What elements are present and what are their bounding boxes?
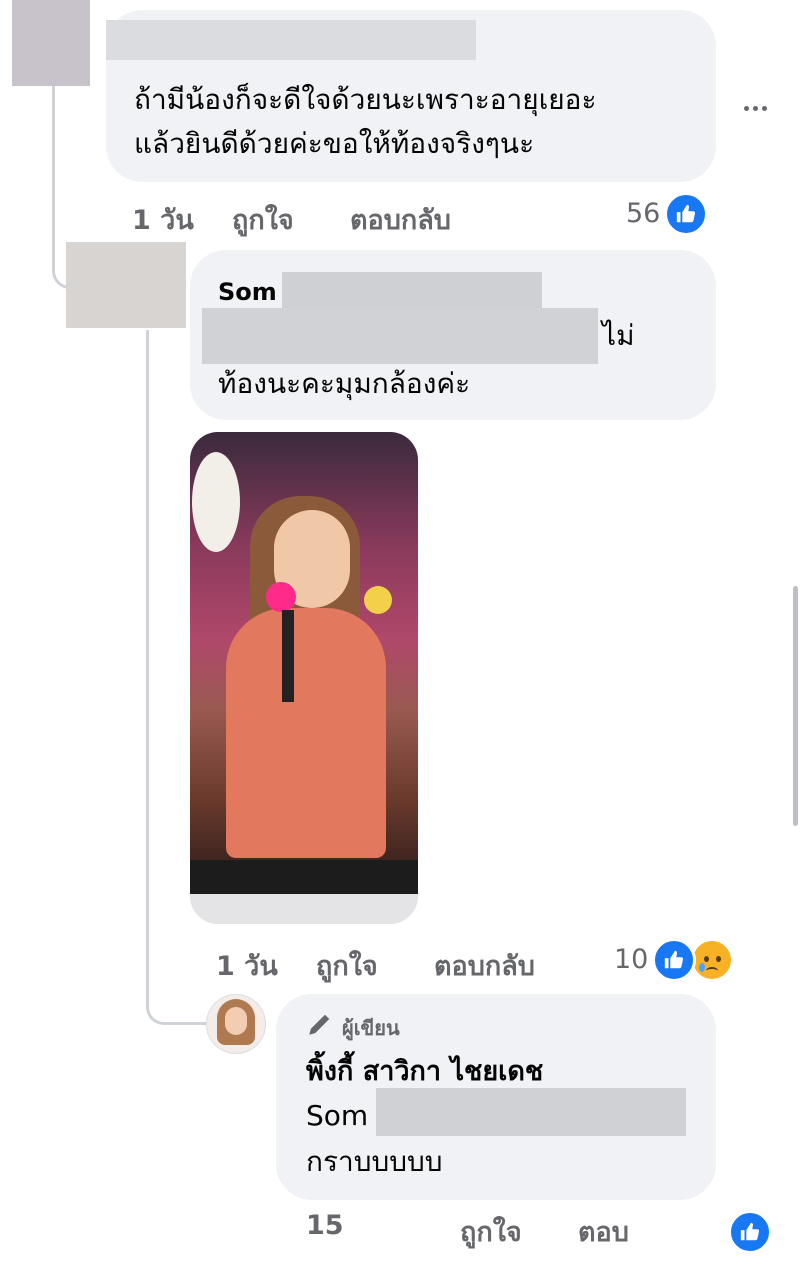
phone-nav-bar bbox=[190, 894, 418, 924]
more-options-icon[interactable] bbox=[742, 96, 769, 115]
like-button[interactable]: ถูกใจ bbox=[316, 944, 378, 987]
reply-time[interactable]: 15 bbox=[306, 1210, 344, 1241]
reply-text-suffix: ไม่ bbox=[602, 319, 635, 352]
avatar[interactable] bbox=[12, 0, 90, 86]
reply-bubble: Som ไม่ ท้องนะคะมุมกล้องค่ะ bbox=[190, 250, 716, 420]
mention-redacted bbox=[376, 1088, 686, 1136]
sad-reaction-icon[interactable] bbox=[690, 938, 734, 982]
like-reaction-icon[interactable] bbox=[652, 938, 696, 982]
reply-time[interactable]: 1 วัน bbox=[216, 944, 278, 987]
scrollbar-thumb[interactable] bbox=[793, 586, 798, 826]
lamp-shape bbox=[192, 452, 240, 552]
reply-button[interactable]: ตอบกลับ bbox=[434, 944, 535, 987]
reply-text: กราบบบบบ bbox=[306, 1145, 443, 1178]
pink-microphone bbox=[266, 582, 296, 612]
like-button[interactable]: ถูกใจ bbox=[232, 198, 294, 241]
reply-button[interactable]: ตอบกลับ bbox=[350, 198, 451, 241]
avatar-face bbox=[225, 1007, 247, 1035]
pen-icon bbox=[306, 1012, 332, 1042]
author-avatar[interactable] bbox=[206, 994, 266, 1054]
like-reaction-icon[interactable] bbox=[728, 1210, 772, 1254]
person-dress bbox=[226, 608, 386, 858]
comment-time[interactable]: 1 วัน bbox=[132, 198, 194, 241]
video-overlay-bar bbox=[190, 860, 418, 894]
microphone-handle bbox=[282, 610, 294, 702]
tear-drop bbox=[699, 963, 705, 972]
reply-button[interactable]: ตอบ bbox=[578, 1210, 629, 1253]
attached-screenshot-image[interactable] bbox=[190, 432, 418, 924]
reply-author[interactable]: Som bbox=[218, 278, 277, 306]
author-badge: ผู้เขียน bbox=[342, 1016, 400, 1040]
reaction-count[interactable]: 56 bbox=[626, 198, 660, 229]
author-reply-bubble: ผู้เขียน พิ้งกี้ สาวิกา ไชยเดช Som กราบบ… bbox=[276, 994, 716, 1200]
mention-name[interactable]: Som bbox=[306, 1094, 368, 1138]
mention-redacted bbox=[202, 308, 598, 364]
yellow-item bbox=[364, 586, 392, 614]
comment-bubble: ถ้ามีน้องก็จะดีใจด้วยนะเพราะอายุเยอะ แล้… bbox=[106, 10, 716, 182]
like-reaction-icon[interactable] bbox=[664, 192, 708, 236]
comment-text-line2: แล้วยินดีด้วยค่ะขอให้ท้องจริงๆนะ bbox=[134, 127, 535, 160]
sad-mouth bbox=[706, 967, 718, 975]
comment-text-line1: ถ้ามีน้องก็จะดีใจด้วยนะเพราะอายุเยอะ bbox=[134, 83, 597, 116]
sad-eye-left bbox=[704, 956, 709, 962]
reply-text-line3: ท้องนะคะมุมกล้องค่ะ bbox=[218, 367, 471, 400]
reaction-count[interactable]: 10 bbox=[614, 944, 648, 975]
author-name-redacted[interactable] bbox=[106, 20, 476, 60]
sad-eye-right bbox=[716, 956, 721, 962]
reply-avatar[interactable] bbox=[66, 242, 186, 328]
like-button[interactable]: ถูกใจ bbox=[460, 1210, 522, 1253]
